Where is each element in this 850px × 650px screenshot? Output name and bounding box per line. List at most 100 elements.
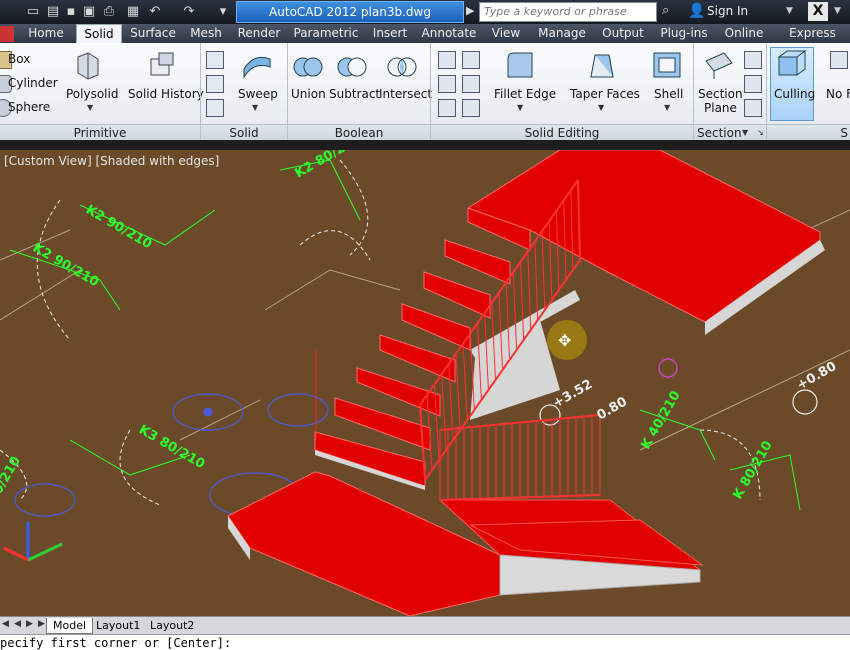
fillet-edge-icon[interactable] — [504, 49, 538, 81]
viewport-controls-label[interactable]: [Custom View] [Shaded with edges] — [4, 154, 219, 168]
chevron-down-icon[interactable]: ▼ — [517, 103, 523, 112]
section-plane-button[interactable]: Section — [698, 87, 743, 101]
union-icon[interactable] — [291, 51, 325, 83]
revolve-icon[interactable] — [206, 99, 224, 117]
redo-icon[interactable]: ↷ — [180, 3, 198, 21]
search-icon[interactable]: ⌕ — [662, 3, 682, 21]
ribbon-panel: Box Cylinder Sphere Polysolid ▼ Solid Hi… — [0, 43, 850, 140]
chevron-down-icon[interactable]: ▼ — [87, 103, 93, 112]
tab-manage[interactable]: Manage — [533, 24, 591, 43]
plot-icon[interactable]: ⎙ — [100, 3, 118, 21]
live-section-icon[interactable] — [744, 51, 762, 69]
panel-title-solid[interactable]: Solid — [201, 124, 287, 140]
tab-insert[interactable]: Insert — [367, 24, 413, 43]
no-filter-icon[interactable] — [830, 51, 848, 69]
panel-title-section[interactable]: Section — [694, 124, 766, 140]
intersect-button[interactable]: Intersect — [379, 87, 432, 101]
generate-section-icon[interactable] — [744, 99, 762, 117]
chevron-down-icon[interactable]: ▼ — [664, 103, 670, 112]
cylinder-button[interactable]: Cylinder — [8, 76, 58, 90]
tab-output[interactable]: Output — [597, 24, 649, 43]
tab-parametric[interactable]: Parametric — [291, 24, 361, 43]
first-layout-icon[interactable]: ◀ — [2, 619, 9, 629]
save-icon[interactable]: ▪ — [62, 3, 80, 21]
tab-render[interactable]: Render — [233, 24, 285, 43]
panel-title-boolean[interactable]: Boolean — [288, 124, 430, 140]
panel-title-subobject[interactable]: S — [767, 124, 850, 140]
shell-icon[interactable] — [650, 49, 684, 81]
next-layout-icon[interactable]: ▶ — [26, 619, 33, 629]
section-plane-icon[interactable] — [702, 49, 736, 81]
tab-home[interactable]: Home — [22, 24, 70, 43]
solid-history-button[interactable]: Solid History — [128, 87, 204, 101]
chevron-down-icon[interactable]: ▼ — [742, 128, 748, 137]
sphere-button[interactable]: Sphere — [8, 100, 50, 114]
polysolid-button[interactable]: Polysolid — [66, 87, 118, 101]
interfere-icon[interactable] — [462, 99, 480, 117]
tab-surface[interactable]: Surface — [127, 24, 179, 43]
drawing-canvas[interactable]: ✥ K2 80/2 K2 90/210 K2 90/210 K3 80/210 … — [0, 150, 850, 616]
intersect-icon[interactable] — [385, 51, 419, 83]
union-button[interactable]: Union — [291, 87, 326, 101]
workspace-dropdown-icon[interactable]: ▾ — [214, 3, 232, 21]
tab-mesh[interactable]: Mesh — [185, 24, 227, 43]
panel-title-solid-editing[interactable]: Solid Editing — [431, 124, 693, 140]
chevron-down-icon[interactable]: ▼ — [252, 103, 258, 112]
print-icon[interactable]: ▦ — [124, 3, 142, 21]
subtract-icon[interactable] — [335, 51, 369, 83]
annotation-label: K2 80/2 — [293, 150, 349, 181]
slice-icon[interactable] — [438, 99, 456, 117]
tab-model[interactable]: Model — [46, 618, 94, 634]
level-label: 0.80 — [595, 394, 630, 423]
ucs-icon — [3, 522, 63, 562]
prev-layout-icon[interactable]: ◀ — [14, 619, 21, 629]
command-line[interactable]: pecify first corner or [Center]: — [0, 634, 850, 650]
tab-express-tools[interactable]: Express Tools — [775, 24, 850, 59]
add-jog-icon[interactable] — [744, 75, 762, 93]
chevron-down-icon[interactable]: ▼ — [786, 6, 793, 16]
fillet-edge-button[interactable]: Fillet Edge — [494, 87, 556, 101]
no-filter-button[interactable]: No F — [826, 87, 850, 101]
panel-title-primitive[interactable]: Primitive — [0, 124, 200, 140]
tab-solid[interactable]: Solid — [76, 24, 122, 43]
section-plane-label[interactable]: Plane — [704, 101, 737, 115]
shell-button[interactable]: Shell — [654, 87, 683, 101]
undo-icon[interactable]: ↶ — [146, 3, 164, 21]
offset-edge-icon[interactable] — [438, 75, 456, 93]
exchange-button[interactable]: X — [808, 2, 828, 21]
chevron-right-icon[interactable]: ▶ — [466, 4, 474, 17]
application-menu-icon[interactable] — [0, 26, 14, 42]
save-as-icon[interactable]: ▣ — [80, 3, 98, 21]
solid-history-icon[interactable] — [145, 49, 179, 81]
separate-icon[interactable] — [462, 75, 480, 93]
tab-layout1[interactable]: Layout1 — [90, 618, 146, 634]
tab-plug-ins[interactable]: Plug-ins — [655, 24, 713, 43]
presspull-icon[interactable] — [206, 75, 224, 93]
chevron-down-icon[interactable]: ▼ — [834, 6, 841, 16]
panel-launcher-icon[interactable]: ↘ — [757, 128, 764, 137]
box-button[interactable]: Box — [8, 52, 30, 66]
polysolid-icon[interactable] — [72, 49, 106, 81]
subtract-button[interactable]: Subtract — [329, 87, 380, 101]
imprint-icon[interactable] — [462, 51, 480, 69]
extrude-icon[interactable] — [206, 51, 224, 69]
culling-icon[interactable] — [775, 49, 809, 81]
drawing-viewport[interactable]: ✥ K2 80/2 K2 90/210 K2 90/210 K3 80/210 … — [0, 150, 850, 616]
tab-view[interactable]: View — [485, 24, 527, 43]
open-icon[interactable]: ▤ — [44, 3, 62, 21]
last-layout-icon[interactable]: ▶ — [38, 619, 45, 629]
sweep-button[interactable]: Sweep — [238, 87, 278, 101]
taper-faces-icon[interactable] — [585, 49, 619, 81]
cursor-icon: ✥ — [558, 331, 571, 350]
sweep-icon[interactable] — [240, 49, 274, 81]
extract-edges-icon[interactable] — [438, 51, 456, 69]
search-input[interactable]: Type a keyword or phrase — [479, 2, 657, 22]
culling-label[interactable]: Culling — [774, 87, 815, 101]
taper-faces-button[interactable]: Taper Faces — [570, 87, 640, 101]
tab-layout2[interactable]: Layout2 — [144, 618, 200, 634]
sign-in-button[interactable]: Sign In — [707, 4, 748, 18]
tab-annotate[interactable]: Annotate — [419, 24, 479, 43]
new-icon[interactable]: ▭ — [24, 3, 42, 21]
tab-online[interactable]: Online — [719, 24, 769, 43]
chevron-down-icon[interactable]: ▼ — [598, 103, 604, 112]
